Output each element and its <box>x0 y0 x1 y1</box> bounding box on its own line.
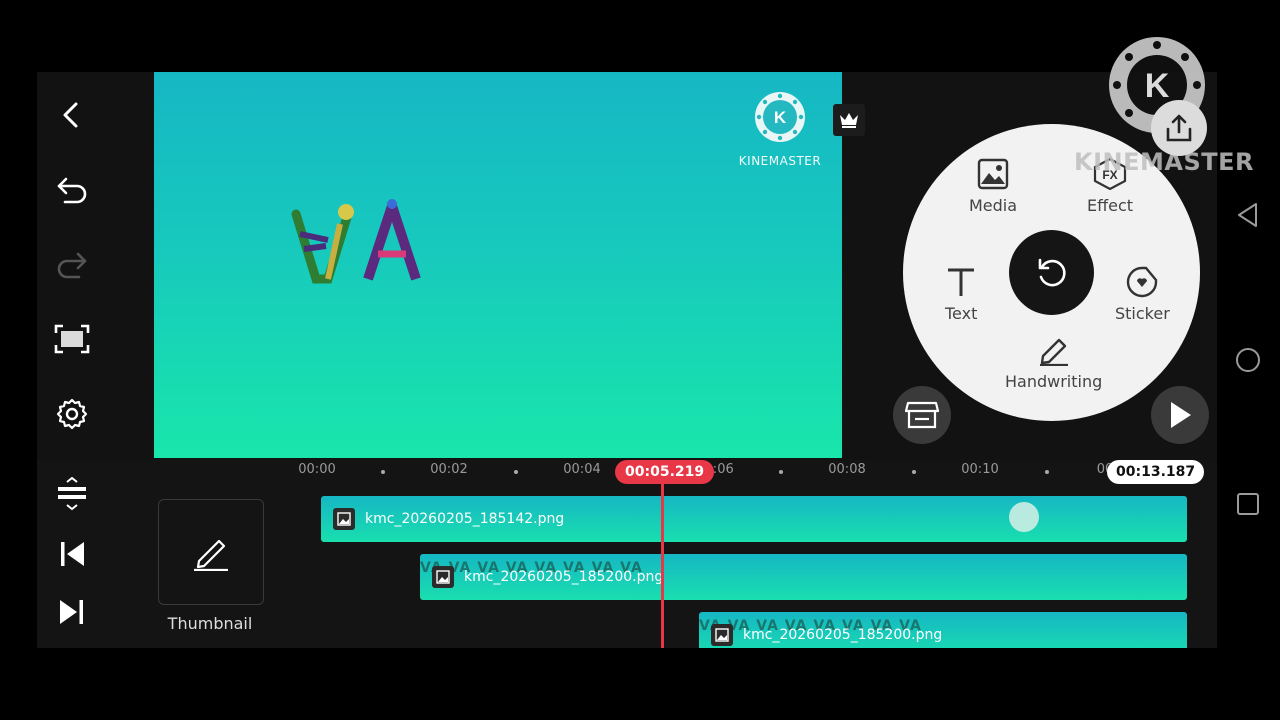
editor-app: VA K KINEMASTER Media FX Effect Text Sti… <box>37 72 1217 648</box>
asset-store-button[interactable] <box>893 386 951 444</box>
tick-dot <box>779 470 783 474</box>
clip-volume-knob[interactable] <box>1009 502 1039 532</box>
rotate-reset-icon <box>1038 258 1066 286</box>
premium-crown-icon[interactable] <box>833 104 865 136</box>
tick-dot <box>1045 470 1049 474</box>
edit-pencil-icon <box>194 539 228 571</box>
tick-label: 00:04 <box>563 462 601 477</box>
clip-3[interactable]: VA VA VA VA VA VA VA VA kmc_20260205_185… <box>699 612 1187 648</box>
kinemaster-watermark: K KINEMASTER <box>730 92 830 168</box>
back-icon[interactable] <box>54 97 90 133</box>
text-t-icon <box>948 268 975 296</box>
tick-label: 00:10 <box>961 462 999 477</box>
end-time-badge: 00:13.187 <box>1107 460 1205 484</box>
clip-name: kmc_20260205_185200.png <box>464 569 664 585</box>
current-time-badge[interactable]: 00:05.219 <box>615 460 715 484</box>
media-icon <box>977 158 1009 190</box>
tick-label: 00:02 <box>430 462 468 477</box>
system-recents-icon[interactable] <box>1232 488 1264 520</box>
fullscreen-icon[interactable] <box>54 321 90 357</box>
corner-logo-letter: K <box>1145 67 1170 105</box>
play-icon <box>1171 402 1191 428</box>
export-share-icon <box>1166 114 1192 142</box>
play-button[interactable] <box>1151 386 1209 444</box>
store-icon <box>905 401 939 429</box>
handwriting-label: Handwriting <box>1005 372 1103 391</box>
media-button[interactable]: Media <box>969 158 1017 215</box>
sticker-label: Sticker <box>1115 304 1170 323</box>
thumbnail-label: Thumbnail <box>167 614 253 633</box>
effect-label: Effect <box>1087 196 1134 215</box>
va-logo-image: VA <box>288 194 421 284</box>
handwriting-pen-icon <box>1039 338 1068 366</box>
settings-gear-icon[interactable] <box>54 396 90 432</box>
video-preview[interactable]: VA K KINEMASTER <box>154 72 842 458</box>
timeline-left-controls <box>37 460 107 648</box>
thumbnail-button[interactable] <box>158 499 264 605</box>
watermark-logo-letter: K <box>774 108 787 127</box>
media-label: Media <box>969 196 1018 215</box>
tick-label: 00:08 <box>828 462 866 477</box>
image-clip-icon <box>432 566 454 588</box>
redo-icon[interactable] <box>54 246 90 282</box>
image-clip-icon <box>333 508 355 530</box>
text-button[interactable]: Text <box>945 266 977 323</box>
va-logo-text: VA <box>288 194 290 195</box>
text-label: Text <box>945 304 978 323</box>
clip-1[interactable]: kmc_20260205_185142.png <box>321 496 1187 542</box>
export-button[interactable] <box>1151 100 1207 156</box>
undo-icon[interactable] <box>54 171 90 207</box>
tick-dot <box>381 470 385 474</box>
clip-name: kmc_20260205_185142.png <box>365 511 565 527</box>
skip-to-start-icon[interactable] <box>54 536 90 572</box>
handwriting-button[interactable]: Handwriting <box>1005 334 1102 391</box>
sticker-button[interactable]: Sticker <box>1115 266 1170 323</box>
system-home-icon[interactable] <box>1232 344 1264 376</box>
track-expand-icon[interactable] <box>54 476 90 512</box>
tick-dot <box>514 470 518 474</box>
skip-to-end-icon[interactable] <box>54 594 90 630</box>
tick-label: 00:00 <box>298 462 336 477</box>
timeline-panel: 00:00 00:02 00:04 00:06 00:08 00:10 00 0… <box>37 460 1217 648</box>
image-clip-icon <box>711 624 733 646</box>
tick-dot <box>912 470 916 474</box>
playhead[interactable] <box>661 482 664 648</box>
system-back-icon[interactable] <box>1232 199 1264 231</box>
reset-rotate-button[interactable] <box>1009 230 1094 315</box>
watermark-text: KINEMASTER <box>738 154 822 168</box>
kinemaster-logo-icon: K <box>755 92 805 142</box>
clip-name: kmc_20260205_185200.png <box>743 627 943 643</box>
clip-2[interactable]: VA VA VA VA VA VA VA VA kmc_20260205_185… <box>420 554 1187 600</box>
sticker-icon <box>1127 266 1158 298</box>
